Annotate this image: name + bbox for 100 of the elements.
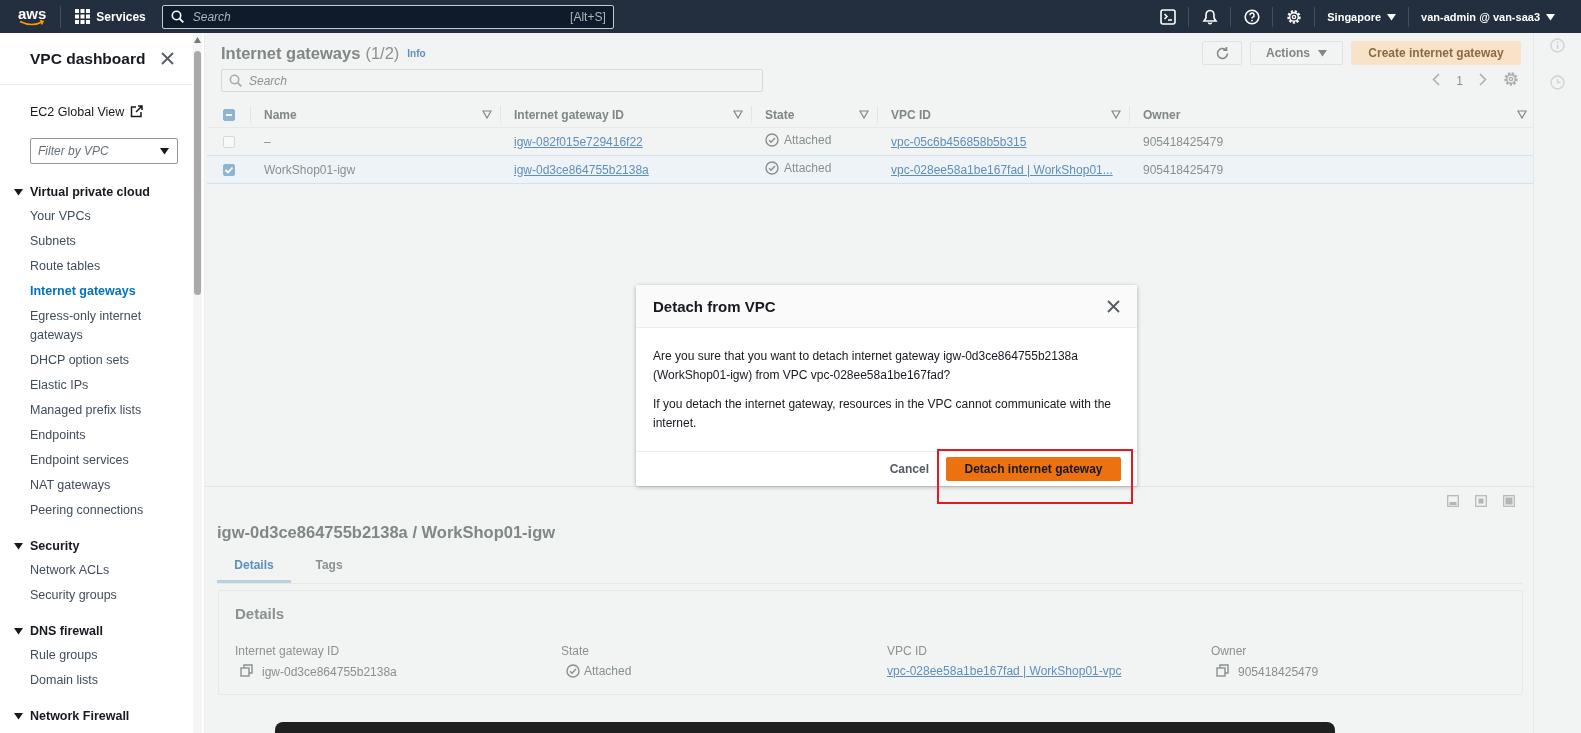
panel-layout-button[interactable] — [1475, 495, 1487, 510]
item-count: (1/2) — [365, 43, 400, 63]
services-button[interactable]: Services — [61, 4, 156, 29]
aws-logo[interactable]: aws — [18, 5, 62, 28]
chevron-right-icon — [1479, 72, 1487, 86]
nav-item[interactable]: Domain lists — [30, 668, 167, 693]
check-circle-icon — [566, 664, 580, 678]
filter-icon — [859, 110, 869, 119]
check-circle-icon — [765, 161, 779, 175]
details-title: igw-0d3ce864755b2138a / WorkShop01-igw — [217, 523, 557, 542]
settings-icon — [1503, 71, 1519, 87]
external-link-icon — [130, 105, 144, 118]
bell-icon — [1201, 8, 1218, 25]
nav-item[interactable]: DHCP option sets — [30, 348, 167, 373]
nav-item[interactable]: Peering connections — [30, 498, 167, 523]
check-icon — [223, 165, 234, 176]
close-icon — [1107, 299, 1120, 313]
status-text: Attached — [584, 664, 632, 678]
nav-item[interactable]: Managed prefix lists — [30, 398, 167, 423]
panel-layout-button[interactable] — [1503, 495, 1515, 510]
chevron-left-icon — [1432, 72, 1441, 86]
close-icon — [161, 52, 174, 65]
caret-icon — [1318, 49, 1327, 57]
nav-item[interactable]: Endpoints — [30, 423, 167, 448]
close-button[interactable] — [1107, 299, 1120, 313]
section-header[interactable]: Virtual private cloud — [0, 182, 156, 201]
search-field[interactable]: Search — [221, 69, 763, 92]
refresh-button[interactable] — [1202, 41, 1242, 65]
section-header[interactable]: Security — [0, 536, 86, 555]
caret-icon — [1546, 12, 1555, 21]
modal-title: Detach from VPC — [653, 297, 776, 315]
scrollbar[interactable] — [193, 33, 202, 733]
info-icon — [1550, 38, 1565, 53]
clock-icon — [1550, 75, 1565, 90]
page-title: Internet gateways — [221, 43, 361, 63]
detach-button[interactable]: Detach internet gateway — [946, 457, 1121, 481]
filter-icon — [733, 110, 743, 119]
close-button[interactable] — [161, 52, 174, 65]
global-view-link[interactable]: EC2 Global View — [30, 102, 204, 121]
help-icon — [1243, 8, 1260, 25]
history-button[interactable] — [1550, 75, 1565, 93]
nav-item[interactable]: Route tables — [30, 254, 167, 279]
account-menu[interactable]: van-admin @ van-saa3 — [1409, 6, 1567, 27]
table-cell: WorkShop01-igw — [264, 162, 356, 177]
nav-item[interactable]: Internet gateways — [30, 279, 167, 304]
field-value: igw-0d3ce864755b2138a — [262, 665, 397, 679]
status-text: Attached — [784, 161, 832, 175]
modal-message: Are you sure that you want to detach internet gateway igw-0d3ce864755b2138a (WorkShop01-igw) from VPC vpc-028ee58a1be167fad? — [653, 348, 1079, 384]
field-label: VPC ID — [887, 644, 928, 658]
caret-icon — [1387, 12, 1397, 21]
nav-item[interactable]: Security groups — [30, 583, 167, 608]
filter-icon — [1517, 110, 1527, 119]
panel-layout-icon — [1503, 495, 1515, 507]
region-menu[interactable]: Singapore — [1315, 6, 1410, 27]
nav-item[interactable]: Egress-only internet gateways — [30, 304, 167, 348]
field-value: 905418425479 — [1238, 665, 1319, 679]
filter-icon — [1111, 110, 1121, 119]
nav-item[interactable]: Network ACLs — [30, 558, 167, 583]
nav-item[interactable]: Your VPCs — [30, 204, 167, 229]
table-cell: – — [264, 134, 271, 149]
field-label: Internet gateway ID — [235, 644, 341, 658]
caret-icon — [14, 711, 23, 720]
section-header[interactable]: DNS firewall — [0, 621, 109, 640]
nav-item[interactable]: NAT gateways — [30, 473, 167, 498]
copy-icon — [240, 664, 253, 677]
nav-item[interactable]: Subnets — [30, 229, 167, 254]
terminal-icon — [1159, 8, 1176, 25]
caret-icon — [14, 626, 23, 635]
card-heading: Details — [235, 605, 286, 622]
modal-message: If you detach the internet gateway, resources in the VPC cannot communicate with the internet. — [653, 396, 1113, 432]
refresh-icon — [1214, 45, 1230, 61]
filter-icon — [482, 110, 492, 119]
nav-item[interactable]: Endpoint services — [30, 448, 167, 473]
vpc-filter-dropdown[interactable]: Filter by VPC — [30, 138, 178, 164]
nav-item[interactable]: Rule groups — [30, 643, 167, 668]
caret-icon — [14, 187, 23, 196]
shortcut-hint: [Alt+S] — [570, 9, 606, 24]
checkbox[interactable] — [222, 164, 235, 177]
cancel-button[interactable]: Cancel — [889, 462, 929, 476]
nav-item[interactable]: Elastic IPs — [30, 373, 167, 398]
copy-icon — [1216, 664, 1229, 677]
grid-icon — [75, 9, 91, 24]
status-text: Attached — [784, 133, 832, 147]
panel-layout-icon — [1475, 495, 1487, 507]
section-header[interactable]: Network Firewall — [0, 706, 136, 725]
checkbox[interactable] — [222, 108, 235, 121]
arrow-up-icon — [194, 37, 201, 43]
panel-layout-button[interactable] — [1447, 495, 1459, 510]
field-label: State — [561, 644, 591, 658]
checkbox[interactable] — [222, 136, 235, 149]
search-icon — [170, 9, 184, 23]
field-label: Owner — [1211, 644, 1248, 658]
search-icon — [229, 74, 242, 87]
sidebar-title: VPC dashboard — [30, 49, 146, 68]
create-button[interactable]: Create internet gateway — [1351, 41, 1521, 65]
panel-layout-icon — [1447, 495, 1459, 507]
settings-icon — [1285, 8, 1302, 25]
table-cell: 905418425479 — [1143, 162, 1224, 177]
info-button[interactable] — [1550, 38, 1565, 56]
caret-icon — [160, 147, 169, 155]
